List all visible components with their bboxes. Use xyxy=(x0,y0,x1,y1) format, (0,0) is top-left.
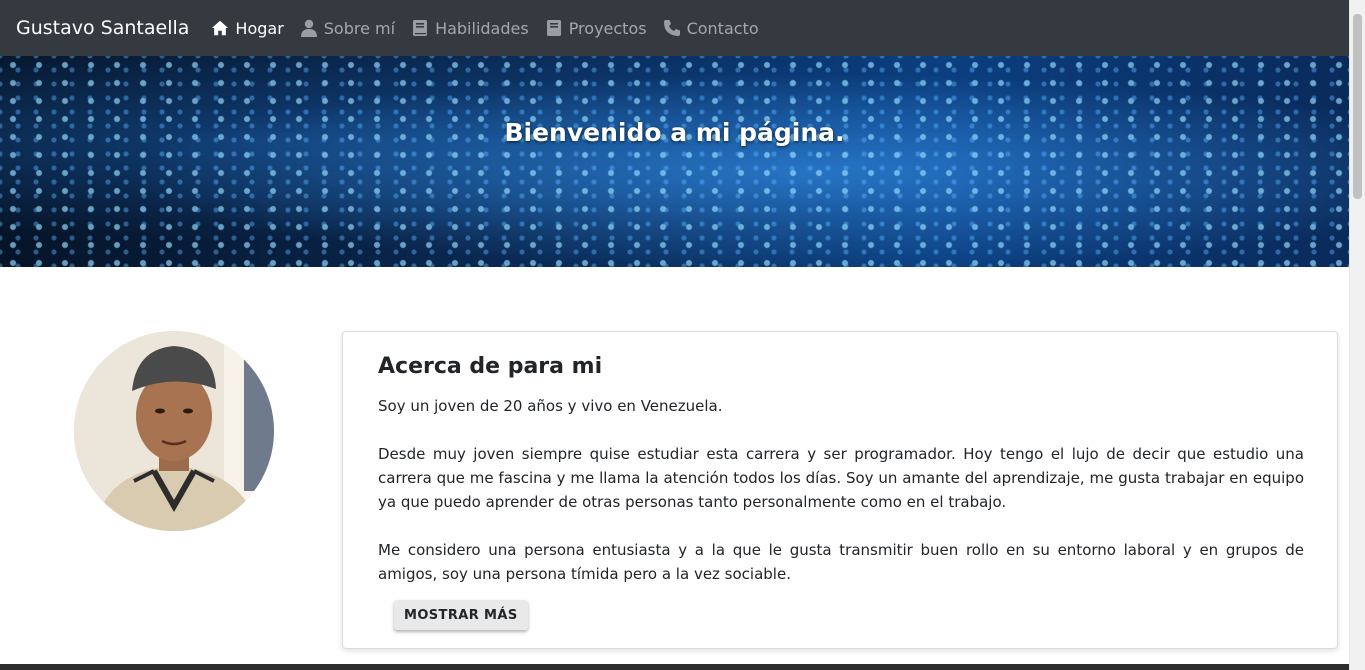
about-title: Acerca de para mi xyxy=(378,354,603,379)
navbar-brand[interactable]: Gustavo Santaella xyxy=(16,17,189,39)
about-card: Acerca de para mi Soy un joven de 20 año… xyxy=(342,331,1338,649)
nav-item-label: Hogar xyxy=(235,18,284,38)
binary-background-image xyxy=(0,56,1349,267)
bottom-edge xyxy=(0,664,1349,670)
about-paragraph: Desde muy joven siempre quise estudiar e… xyxy=(378,445,1304,511)
phone-icon xyxy=(663,19,681,37)
nav-item-proyectos[interactable]: Proyectos xyxy=(545,19,647,38)
hero-banner: Bienvenido a mi página. xyxy=(0,56,1349,267)
book-icon xyxy=(411,19,429,37)
hero-title: Bienvenido a mi página. xyxy=(504,117,845,147)
nav-item-habilidades[interactable]: Habilidades xyxy=(411,19,529,38)
profile-photo xyxy=(74,331,274,531)
nav-item-sobre-mi[interactable]: Sobre mí xyxy=(300,19,395,38)
show-more-button[interactable]: MOSTRAR MÁS xyxy=(394,600,528,630)
about-paragraph: Me considero una persona entusiasta y a … xyxy=(378,541,1304,583)
nav-item-label: Contacto xyxy=(686,18,759,38)
page-scrollbar[interactable] xyxy=(1349,0,1365,670)
navbar: Gustavo Santaella Hogar Sobre mí Habilid… xyxy=(0,0,1349,56)
notebook-icon xyxy=(545,19,563,37)
user-icon xyxy=(300,19,318,37)
home-icon xyxy=(211,19,229,37)
nav-item-label: Habilidades xyxy=(435,18,529,38)
nav-item-contacto[interactable]: Contacto xyxy=(663,19,759,38)
about-paragraph: Soy un joven de 20 años y vivo en Venezu… xyxy=(378,397,723,415)
scrollbar-thumb[interactable] xyxy=(1353,14,1362,199)
nav-item-hogar[interactable]: Hogar xyxy=(211,18,284,38)
profile-avatar xyxy=(74,331,274,531)
nav-item-label: Sobre mí xyxy=(323,18,396,38)
nav-item-label: Proyectos xyxy=(568,18,647,38)
